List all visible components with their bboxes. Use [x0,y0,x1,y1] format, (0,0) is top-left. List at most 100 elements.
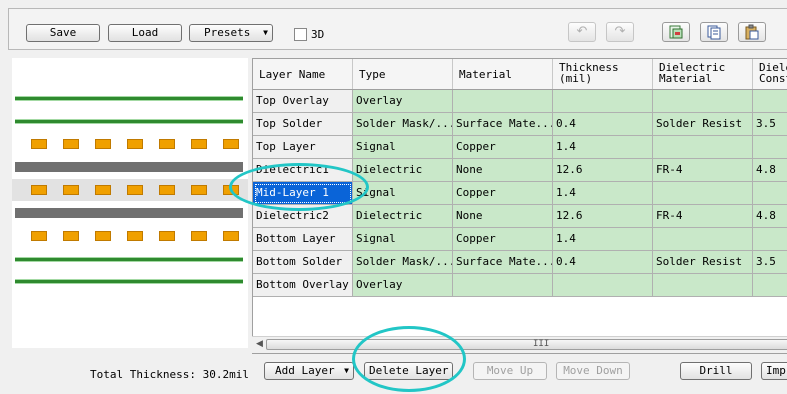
table-row[interactable]: Mid-Layer 1 Signal Copper 1.4 [253,182,787,205]
drill-button[interactable]: Drill [680,362,752,380]
presets-label: Presets [204,26,251,39]
cell-layer-name[interactable]: Top Overlay [253,90,353,113]
pad [31,139,47,149]
cell-material[interactable]: None [453,205,553,228]
save-button[interactable]: Save [26,24,100,42]
cell-type[interactable]: Signal [353,182,453,205]
header-material[interactable]: Material [453,59,553,89]
cell-dielectric-material[interactable]: Solder Resist [653,251,753,274]
cell-dielectric-constant[interactable] [753,182,787,205]
cell-layer-name[interactable]: Bottom Overlay [253,274,353,297]
cell-thickness[interactable] [553,274,653,297]
pad [127,185,143,195]
cell-material[interactable] [453,274,553,297]
move-up-button[interactable]: Move Up [473,362,547,380]
cell-type[interactable]: Solder Mask/... [353,251,453,274]
cell-dielectric-constant[interactable]: 4.8 [753,159,787,182]
redo-button[interactable]: ↷ [606,22,634,42]
cell-type[interactable]: Solder Mask/... [353,113,453,136]
header-type[interactable]: Type [353,59,453,89]
cell-layer-name[interactable]: Bottom Solder [253,251,353,274]
table-row[interactable]: Dielectric2 Dielectric None 12.6 FR-4 4.8 [253,205,787,228]
3d-checkbox[interactable] [294,28,307,41]
load-button[interactable]: Load [108,24,182,42]
cell-dielectric-constant[interactable] [753,228,787,251]
cell-dielectric-material[interactable] [653,228,753,251]
add-layer-button[interactable]: Add Layer ▼ [264,362,354,380]
table-row[interactable]: Top Solder Solder Mask/... Surface Mate...… [253,113,787,136]
cell-dielectric-constant[interactable] [753,274,787,297]
cell-dielectric-material[interactable] [653,182,753,205]
cell-thickness[interactable] [553,90,653,113]
cell-material[interactable] [453,90,553,113]
header-label: Material [459,68,512,81]
pad [159,139,175,149]
cell-type[interactable]: Signal [353,228,453,251]
paste-button[interactable] [738,22,766,42]
table-row[interactable]: Bottom Overlay Overlay [253,274,787,297]
copy-button[interactable] [700,22,728,42]
cell-dielectric-constant[interactable]: 4.8 [753,205,787,228]
cell-layer-name[interactable]: Top Solder [253,113,353,136]
cell-material[interactable]: Surface Mate... [453,113,553,136]
cell-thickness[interactable]: 0.4 [553,251,653,274]
cell-type[interactable]: Dielectric [353,159,453,182]
header-label: Layer Name [259,68,326,81]
cell-type[interactable]: Overlay [353,274,453,297]
copy-image-icon [669,25,683,39]
cell-thickness[interactable]: 1.4 [553,182,653,205]
move-down-button[interactable]: Move Down [556,362,630,380]
cell-type[interactable]: Dielectric [353,205,453,228]
cell-material[interactable]: Surface Mate... [453,251,553,274]
pad [191,139,207,149]
cell-thickness[interactable]: 0.4 [553,113,653,136]
undo-button[interactable]: ↶ [568,22,596,42]
cell-dielectric-constant[interactable]: 3.5 [753,251,787,274]
table-row[interactable]: Bottom Layer Signal Copper 1.4 [253,228,787,251]
cell-dielectric-material[interactable] [653,136,753,159]
cell-type[interactable]: Signal [353,136,453,159]
cell-dielectric-constant[interactable]: 3.5 [753,113,787,136]
cell-layer-name[interactable]: Dielectric1 [253,159,353,182]
cell-dielectric-material[interactable]: Solder Resist [653,113,753,136]
bottom-solder-layer [15,257,243,262]
table-row[interactable]: Top Layer Signal Copper 1.4 [253,136,787,159]
cell-material[interactable]: Copper [453,136,553,159]
cell-dielectric-material[interactable]: FR-4 [653,205,753,228]
cell-layer-name[interactable]: Top Layer [253,136,353,159]
import-button[interactable]: Imp [761,362,787,380]
table-row[interactable]: Top Overlay Overlay [253,90,787,113]
cell-layer-name[interactable]: Bottom Layer [253,228,353,251]
header-dielectric-constant[interactable]: DieleConst [753,59,787,89]
scroll-left-icon[interactable]: ◀ [256,339,263,349]
cell-thickness[interactable]: 12.6 [553,205,653,228]
cell-dielectric-constant[interactable] [753,90,787,113]
cell-layer-name[interactable]: Dielectric2 [253,205,353,228]
cell-material[interactable]: None [453,159,553,182]
header-thickness[interactable]: Thickness (mil) [553,59,653,89]
cell-dielectric-material[interactable] [653,90,753,113]
header-dielectric-material[interactable]: Dielectric Material [653,59,753,89]
table-row[interactable]: Dielectric1 Dielectric None 12.6 FR-4 4.8 [253,159,787,182]
cell-layer-name[interactable]: Mid-Layer 1 [253,182,353,205]
horizontal-scrollbar[interactable]: ◀ III [252,336,787,353]
copy-image-button[interactable] [662,22,690,42]
pad [63,231,79,241]
presets-dropdown[interactable]: Presets ▼ [189,24,273,42]
cell-thickness[interactable]: 12.6 [553,159,653,182]
layer-grid[interactable]: Layer Name Type Material Thickness (mil) … [252,58,787,354]
cell-dielectric-constant[interactable] [753,136,787,159]
cell-material[interactable]: Copper [453,182,553,205]
table-row[interactable]: Bottom Solder Solder Mask/... Surface Mate… [253,251,787,274]
cell-dielectric-material[interactable]: FR-4 [653,159,753,182]
delete-layer-button[interactable]: Delete Layer [364,362,453,380]
cell-type[interactable]: Overlay [353,90,453,113]
header-layer-name[interactable]: Layer Name [253,59,353,89]
cell-thickness[interactable]: 1.4 [553,228,653,251]
cell-dielectric-material[interactable] [653,274,753,297]
header-label: (mil) [559,72,593,85]
scrollbar-thumb[interactable]: III [266,339,787,350]
cell-thickness[interactable]: 1.4 [553,136,653,159]
pad [95,231,111,241]
cell-material[interactable]: Copper [453,228,553,251]
